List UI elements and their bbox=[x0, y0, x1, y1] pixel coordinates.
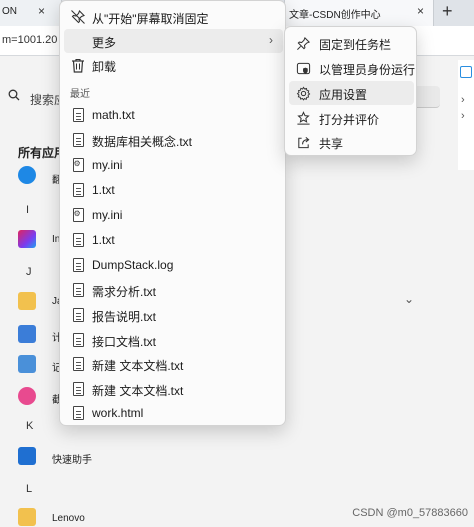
app-settings-item[interactable]: 应用设置 bbox=[289, 81, 414, 105]
recent-file-label: 需求分析.txt bbox=[92, 285, 157, 299]
tab-title: ON bbox=[2, 6, 17, 17]
recent-file-item[interactable]: 报告说明.txt bbox=[64, 303, 283, 327]
recent-file-label: 新建 文本文档.txt bbox=[92, 384, 184, 398]
calculator-icon[interactable] bbox=[18, 325, 36, 343]
recent-file-item[interactable]: my.ini bbox=[64, 203, 283, 227]
unpin-from-start-item[interactable]: 从"开始"屏幕取消固定 bbox=[64, 5, 283, 29]
document-icon bbox=[70, 257, 86, 273]
submenu-item-label: 共享 bbox=[319, 137, 344, 151]
expand-chevron-icon[interactable]: ⌄ bbox=[404, 292, 414, 306]
menu-item-label: 卸载 bbox=[92, 60, 117, 74]
recent-file-label: 数据库相关概念.txt bbox=[92, 135, 193, 149]
trash-icon bbox=[70, 57, 86, 73]
recent-file-item[interactable]: 1.txt bbox=[64, 178, 283, 202]
document-icon bbox=[70, 405, 86, 421]
context-menu: 从"开始"屏幕取消固定 更多 › 卸载 最近 math.txt 数据库相关概念.… bbox=[59, 0, 286, 426]
recent-file-label: 报告说明.txt bbox=[92, 310, 157, 324]
recent-file-label: DumpStack.log bbox=[92, 258, 174, 272]
unpin-icon bbox=[70, 9, 86, 25]
app-blue-person-icon[interactable] bbox=[18, 166, 36, 184]
letter-index[interactable]: L bbox=[26, 483, 32, 495]
share-icon bbox=[295, 134, 311, 150]
notepad-icon[interactable] bbox=[18, 355, 36, 373]
menu-item-label: 更多 bbox=[92, 36, 117, 50]
uninstall-item[interactable]: 卸载 bbox=[64, 53, 283, 77]
menu-item-label: 从"开始"屏幕取消固定 bbox=[92, 12, 209, 26]
settings-file-icon bbox=[70, 157, 86, 173]
letter-index[interactable]: I bbox=[26, 204, 29, 216]
recent-file-label: 接口文档.txt bbox=[92, 335, 157, 349]
recent-file-label: math.txt bbox=[92, 108, 135, 122]
recent-file-label: my.ini bbox=[92, 158, 123, 172]
pin-to-taskbar-item[interactable]: 固定到任务栏 bbox=[289, 31, 414, 55]
browser-tab-csdn[interactable]: 文章-CSDN创作中心 × bbox=[284, 0, 434, 26]
folder-icon[interactable] bbox=[18, 292, 36, 310]
side-strip: › › bbox=[458, 60, 474, 170]
strip-square-icon bbox=[460, 66, 472, 78]
browser-tab-left[interactable]: ON × bbox=[0, 0, 62, 26]
document-icon bbox=[70, 182, 86, 198]
submenu-item-label: 应用设置 bbox=[319, 88, 368, 102]
recent-file-item[interactable]: 新建 文本文档.txt bbox=[64, 352, 283, 376]
document-icon bbox=[70, 282, 86, 298]
strip-chevron-icon: › bbox=[461, 94, 465, 106]
recent-file-item[interactable]: 新建 文本文档.txt bbox=[64, 377, 283, 401]
recent-section-label: 最近 bbox=[70, 89, 90, 100]
document-icon bbox=[70, 232, 86, 248]
recent-file-item[interactable]: my.ini bbox=[64, 153, 283, 177]
more-submenu: 固定到任务栏 以管理员身份运行 应用设置 打分并评价 共享 bbox=[284, 26, 417, 156]
app-label[interactable]: 快速助手 bbox=[52, 451, 92, 466]
new-tab-button[interactable]: + bbox=[442, 1, 453, 22]
app-label[interactable]: Lenovo bbox=[52, 513, 85, 524]
search-icon bbox=[8, 89, 20, 104]
share-item[interactable]: 共享 bbox=[289, 130, 414, 154]
document-icon bbox=[70, 307, 86, 323]
recent-file-item[interactable]: 接口文档.txt bbox=[64, 328, 283, 352]
chevron-right-icon: › bbox=[269, 33, 273, 47]
address-url: m=1001.20 bbox=[2, 34, 58, 46]
quick-assist-icon[interactable] bbox=[18, 447, 36, 465]
tab-close-icon[interactable]: × bbox=[38, 4, 45, 18]
submenu-item-label: 打分并评价 bbox=[319, 113, 380, 127]
watermark: CSDN @m0_57883660 bbox=[352, 507, 468, 519]
rate-review-item[interactable]: 打分并评价 bbox=[289, 106, 414, 130]
recent-file-item[interactable]: 1.txt bbox=[64, 228, 283, 252]
more-item[interactable]: 更多 › bbox=[64, 29, 283, 53]
document-icon bbox=[70, 132, 86, 148]
recent-file-label: 1.txt bbox=[92, 233, 115, 247]
document-icon bbox=[70, 356, 86, 372]
document-icon bbox=[70, 332, 86, 348]
recent-file-label: my.ini bbox=[92, 208, 123, 222]
snipping-icon[interactable] bbox=[18, 387, 36, 405]
recent-file-label: 1.txt bbox=[92, 183, 115, 197]
recent-file-label: work.html bbox=[92, 406, 144, 420]
submenu-item-label: 固定到任务栏 bbox=[319, 38, 392, 52]
recent-file-item[interactable]: work.html bbox=[64, 401, 283, 425]
app-intellij-icon[interactable] bbox=[18, 230, 36, 248]
recent-file-item[interactable]: math.txt bbox=[64, 103, 283, 127]
settings-file-icon bbox=[70, 207, 86, 223]
letter-index[interactable]: K bbox=[26, 420, 33, 432]
tab-close-icon[interactable]: × bbox=[417, 4, 424, 18]
strip-chevron-icon: › bbox=[461, 110, 465, 122]
rate-review-icon bbox=[295, 110, 311, 126]
recent-file-label: 新建 文本文档.txt bbox=[92, 359, 184, 373]
folder-icon[interactable] bbox=[18, 508, 36, 526]
recent-file-item[interactable]: 数据库相关概念.txt bbox=[64, 128, 283, 152]
gear-icon bbox=[295, 85, 311, 101]
recent-file-item[interactable]: DumpStack.log bbox=[64, 253, 283, 277]
admin-shield-icon bbox=[295, 60, 311, 76]
document-icon bbox=[70, 381, 86, 397]
document-icon bbox=[70, 107, 86, 123]
recent-file-item[interactable]: 需求分析.txt bbox=[64, 278, 283, 302]
submenu-item-label: 以管理员身份运行 bbox=[319, 63, 416, 77]
letter-index[interactable]: J bbox=[26, 266, 32, 278]
pin-icon bbox=[295, 35, 311, 51]
run-as-admin-item[interactable]: 以管理员身份运行 bbox=[289, 56, 416, 80]
tab-title: 文章-CSDN创作中心 bbox=[289, 10, 381, 21]
